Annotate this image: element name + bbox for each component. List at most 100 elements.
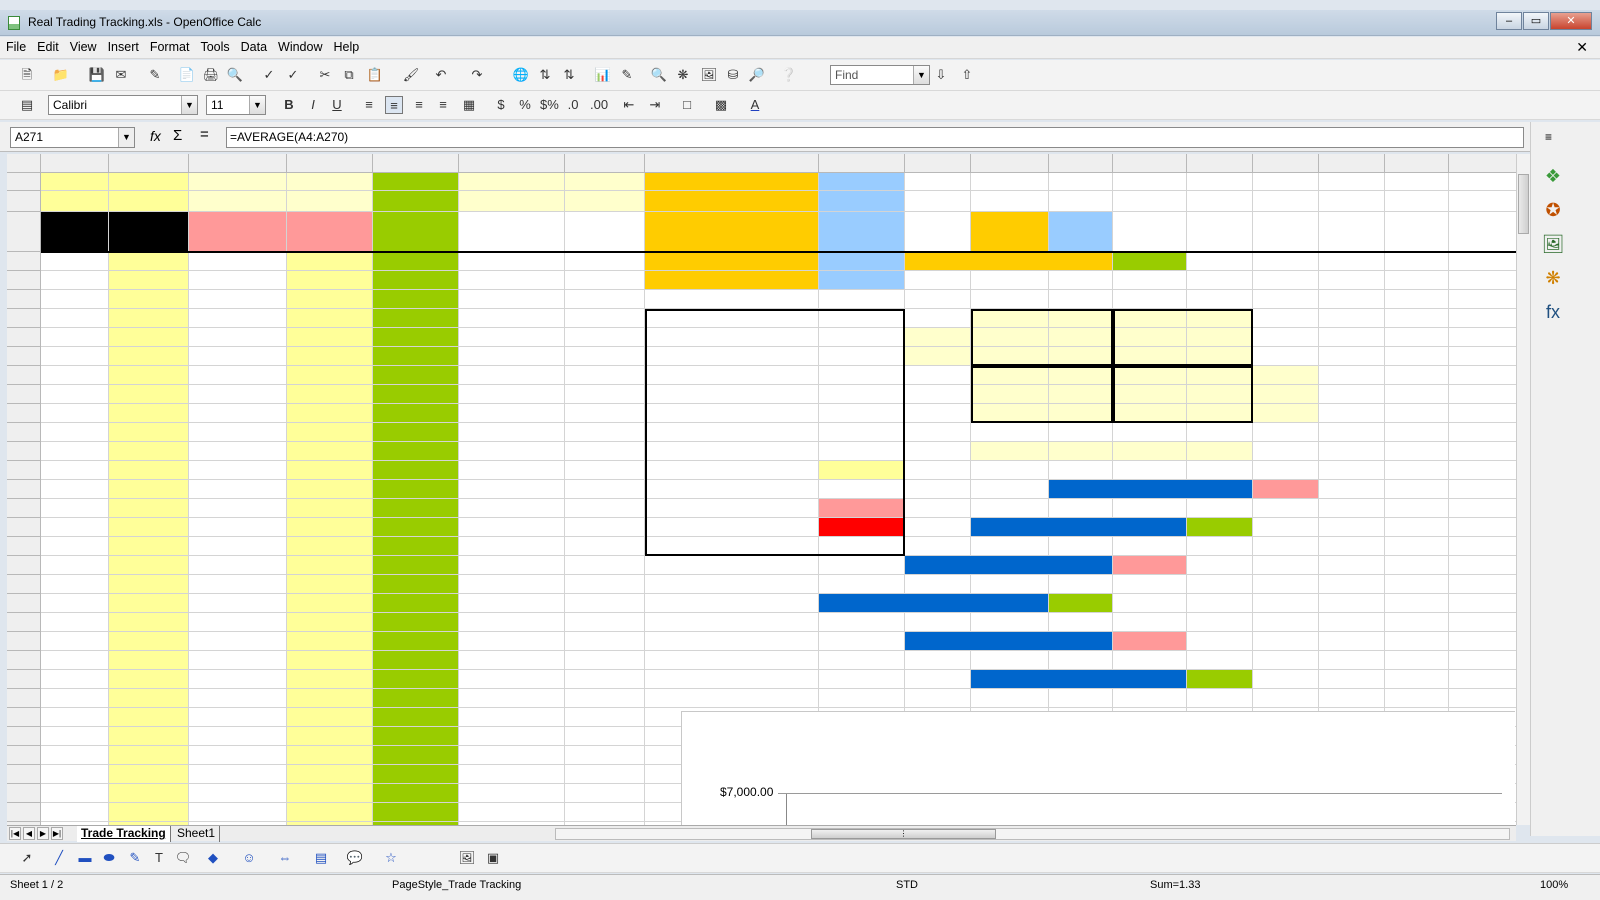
- grid-cell[interactable]: [971, 537, 1049, 556]
- trade-cell[interactable]: [459, 708, 565, 727]
- font-name-select[interactable]: Calibri ▼: [48, 95, 198, 115]
- trade-cell[interactable]: [189, 404, 287, 423]
- row-header[interactable]: [7, 252, 41, 271]
- grid-cell[interactable]: [1253, 594, 1319, 613]
- trade-cell[interactable]: [109, 746, 189, 765]
- grid-cell[interactable]: [1319, 173, 1385, 191]
- trade-cell[interactable]: [189, 765, 287, 784]
- grid-cell[interactable]: [1385, 271, 1449, 290]
- trade-cell[interactable]: [109, 252, 189, 271]
- stat-label[interactable]: [645, 518, 819, 537]
- grid-cell[interactable]: [1449, 689, 1516, 708]
- save-icon[interactable]: 💾: [88, 66, 106, 84]
- grid-cell[interactable]: [1449, 212, 1516, 252]
- trade-cell[interactable]: [373, 765, 459, 784]
- sharpe-value[interactable]: [1187, 670, 1253, 689]
- profitability-value[interactable]: [1253, 480, 1319, 499]
- grid-cell[interactable]: [905, 173, 971, 191]
- trade-cell[interactable]: [189, 328, 287, 347]
- grid-cell[interactable]: [971, 191, 1049, 212]
- grid-cell[interactable]: [905, 537, 971, 556]
- trade-cell[interactable]: [565, 613, 645, 632]
- loser-label[interactable]: [905, 347, 971, 366]
- trade-cell[interactable]: [109, 727, 189, 746]
- trade-cell[interactable]: [189, 803, 287, 822]
- t-cell[interactable]: [1049, 385, 1113, 404]
- grid-cell[interactable]: [1449, 191, 1516, 212]
- grid-cell[interactable]: [1253, 518, 1319, 537]
- t-cell[interactable]: [1187, 328, 1253, 347]
- trade-cell[interactable]: [287, 442, 373, 461]
- trade-cell[interactable]: [287, 537, 373, 556]
- trade-cell[interactable]: [189, 461, 287, 480]
- trade-cell[interactable]: [287, 594, 373, 613]
- grid-cell[interactable]: [1385, 499, 1449, 518]
- t-cell[interactable]: [1253, 366, 1319, 385]
- trade-cell[interactable]: [373, 670, 459, 689]
- commission-rate-label[interactable]: [645, 271, 819, 290]
- trade-cell[interactable]: [189, 366, 287, 385]
- grid-cell[interactable]: [905, 461, 971, 480]
- trade-cell[interactable]: [373, 746, 459, 765]
- trade-cell[interactable]: [109, 328, 189, 347]
- trade-cell[interactable]: [41, 651, 109, 670]
- grid-cell[interactable]: [1113, 290, 1187, 309]
- menu-window[interactable]: Window: [272, 37, 327, 54]
- trade-cell[interactable]: [565, 670, 645, 689]
- trade-cell[interactable]: [565, 347, 645, 366]
- trade-cell[interactable]: [109, 518, 189, 537]
- trade-cell[interactable]: [109, 404, 189, 423]
- grid-cell[interactable]: [971, 651, 1049, 670]
- decrease-indent-icon[interactable]: ⇤: [620, 96, 638, 114]
- align-left-icon[interactable]: ≡: [360, 96, 378, 114]
- add-decimal-icon[interactable]: .0: [564, 96, 582, 114]
- trade-cell[interactable]: [189, 442, 287, 461]
- delete-decimal-icon[interactable]: .00: [590, 96, 608, 114]
- row-header[interactable]: [7, 347, 41, 366]
- grid-cell[interactable]: [1319, 689, 1385, 708]
- callouts-icon[interactable]: 💬: [346, 849, 364, 867]
- grid-cell[interactable]: [971, 423, 1049, 442]
- trade-cell[interactable]: [459, 651, 565, 670]
- grid-cell[interactable]: [1049, 173, 1113, 191]
- trade-cell[interactable]: [459, 746, 565, 765]
- column-header-af[interactable]: [905, 154, 971, 173]
- t-cell[interactable]: [1113, 328, 1187, 347]
- trade-cell[interactable]: [41, 784, 109, 803]
- grid-cell[interactable]: [1113, 613, 1187, 632]
- trade-cell[interactable]: [109, 537, 189, 556]
- trade-cell[interactable]: [287, 328, 373, 347]
- trade-cell[interactable]: [373, 613, 459, 632]
- delta-label[interactable]: [971, 212, 1049, 252]
- trade-cell[interactable]: [459, 290, 565, 309]
- row-header[interactable]: [7, 518, 41, 537]
- functions-panel-icon[interactable]: fx: [1541, 300, 1565, 324]
- undo-icon[interactable]: ↶: [432, 66, 450, 84]
- grid-cell[interactable]: [645, 594, 819, 613]
- t-cell[interactable]: [971, 347, 1049, 366]
- column-header-ab[interactable]: [459, 154, 565, 173]
- grid-cell[interactable]: [1319, 385, 1385, 404]
- grid-cell[interactable]: [1187, 191, 1253, 212]
- trade-cell[interactable]: [189, 670, 287, 689]
- grid-cell[interactable]: [1187, 290, 1253, 309]
- grid-cell[interactable]: [905, 499, 971, 518]
- row-header[interactable]: [7, 385, 41, 404]
- trade-cell[interactable]: [373, 708, 459, 727]
- stat-value[interactable]: [819, 480, 905, 499]
- row-header[interactable]: [7, 575, 41, 594]
- commission-start[interactable]: [287, 212, 373, 252]
- grid-cell[interactable]: [1385, 404, 1449, 423]
- insert-image-icon[interactable]: 🖼: [458, 849, 476, 867]
- grid-cell[interactable]: [1187, 252, 1253, 271]
- trade-cell[interactable]: [287, 309, 373, 328]
- commission-pct-value[interactable]: [1113, 556, 1187, 575]
- grid-cell[interactable]: [1449, 442, 1516, 461]
- trade-cell[interactable]: [189, 252, 287, 271]
- grid-cell[interactable]: [1319, 347, 1385, 366]
- grid-cell[interactable]: [1253, 670, 1319, 689]
- stat-label[interactable]: [645, 442, 819, 461]
- trade-cell[interactable]: [109, 575, 189, 594]
- grid-cell[interactable]: [819, 670, 905, 689]
- row-header[interactable]: [7, 499, 41, 518]
